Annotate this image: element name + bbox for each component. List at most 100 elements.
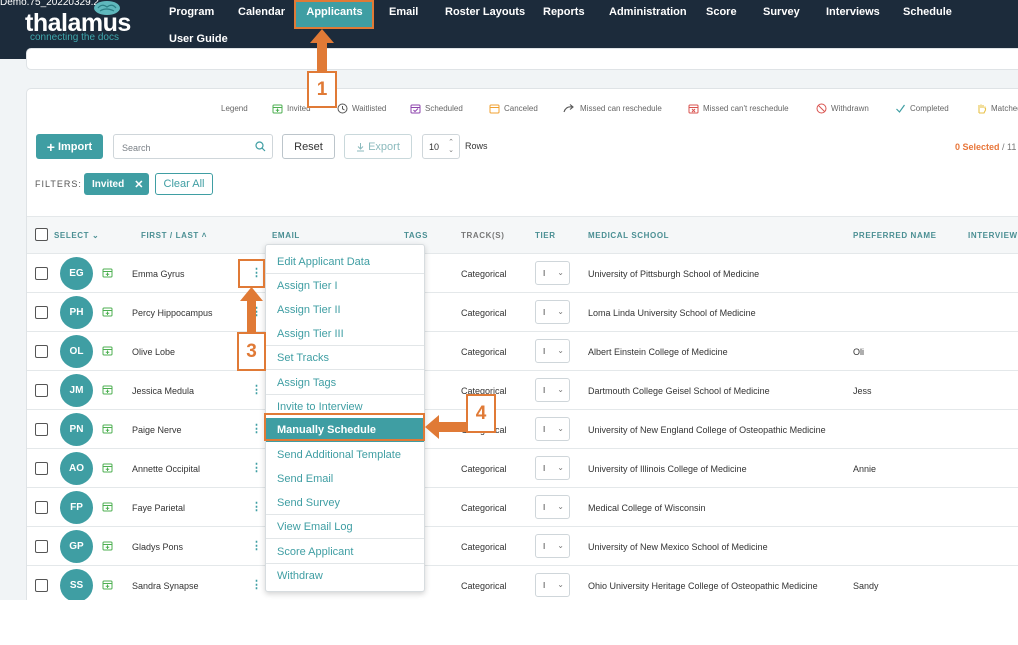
row-actions-kebab-icon[interactable]: ⋮: [251, 461, 262, 474]
applicant-name[interactable]: Jessica Medula: [132, 386, 194, 396]
table-row[interactable]: SS Sandra Synapse ⋮ Categorical I ⌄ Ohio …: [27, 566, 1018, 600]
column-tracks[interactable]: TRACK(S): [461, 231, 504, 240]
tier-select[interactable]: I ⌄: [535, 339, 570, 363]
filter-chip-invited[interactable]: Invited ✕: [84, 173, 149, 195]
app-window: Demo.75_20220329.2 thalamus connecting t…: [0, 0, 1018, 600]
row-checkbox[interactable]: [35, 501, 48, 514]
import-button[interactable]: + Import: [36, 134, 103, 159]
nav-user-guide[interactable]: User Guide: [169, 33, 228, 45]
tier-select[interactable]: I ⌄: [535, 261, 570, 285]
search-input[interactable]: [122, 141, 252, 154]
applicant-name[interactable]: Percy Hippocampus: [132, 308, 213, 318]
reset-button[interactable]: Reset: [282, 134, 335, 159]
table-row[interactable]: AO Annette Occipital ⋮ Categorical I ⌄ Un…: [27, 449, 1018, 488]
table-row[interactable]: PN Paige Nerve ⋮ Categorical I⌄ Universi…: [27, 410, 1018, 449]
column-first-last[interactable]: FIRST / LAST ˄: [141, 231, 207, 240]
row-checkbox[interactable]: [35, 384, 48, 397]
menu-item-send-additional-template[interactable]: Send Additional Template: [266, 443, 424, 467]
column-tier[interactable]: TIER: [535, 231, 556, 240]
tier-value: I: [543, 542, 546, 551]
tier-select[interactable]: I ⌄: [535, 495, 570, 519]
track-cell: Categorical: [461, 581, 507, 591]
row-checkbox[interactable]: [35, 306, 48, 319]
menu-item-send-email[interactable]: Send Email: [266, 467, 424, 491]
row-checkbox[interactable]: [35, 423, 48, 436]
applicant-name[interactable]: Annette Occipital: [132, 464, 200, 474]
medical-school-cell: Albert Einstein College of Medicine: [588, 347, 728, 357]
nav-administration[interactable]: Administration: [609, 6, 687, 18]
menu-item-view-email-log[interactable]: View Email Log: [266, 515, 424, 539]
menu-item-assign-tier-2[interactable]: Assign Tier II: [266, 298, 424, 322]
menu-divider: [266, 538, 424, 539]
table-row[interactable]: GP Gladys Pons ⋮ Categorical I ⌄ Universi…: [27, 527, 1018, 566]
row-actions-kebab-icon[interactable]: ⋮: [251, 539, 262, 552]
table-row[interactable]: OL Olive Lobe ⋮ Categorical I⌄ Albert Ei…: [27, 332, 1018, 371]
table-row[interactable]: JM Jessica Medula ⋮ Categorical I ⌄ Dartm…: [27, 371, 1018, 410]
row-actions-kebab-icon[interactable]: ⋮: [251, 500, 262, 513]
table-row[interactable]: EG Emma Gyrus ⋮ Categorical I ⌄ Universit…: [27, 254, 1018, 293]
menu-item-assign-tier-3[interactable]: Assign Tier III: [266, 322, 424, 346]
close-icon[interactable]: ✕: [134, 178, 143, 191]
select-all-checkbox[interactable]: [35, 228, 48, 241]
stepper-arrows-icon[interactable]: ⌃ ⌄: [448, 139, 454, 155]
calendar-plus-icon: [102, 502, 113, 512]
nav-calendar[interactable]: Calendar: [238, 6, 285, 18]
row-actions-kebab-icon[interactable]: ⋮: [251, 383, 262, 396]
nav-program[interactable]: Program: [169, 6, 214, 18]
row-checkbox[interactable]: [35, 540, 48, 553]
row-checkbox[interactable]: [35, 462, 48, 475]
tier-value: I: [543, 581, 546, 590]
search-icon[interactable]: [255, 141, 266, 152]
calendar-plus-icon: [102, 307, 113, 317]
applicant-name[interactable]: Olive Lobe: [132, 347, 175, 357]
menu-item-set-tracks[interactable]: Set Tracks: [266, 346, 424, 370]
legend-label: Canceled: [504, 103, 538, 113]
row-checkbox[interactable]: [35, 267, 48, 280]
tier-select[interactable]: I ⌄: [535, 456, 570, 480]
applicant-name[interactable]: Gladys Pons: [132, 542, 183, 552]
nav-roster-layouts[interactable]: Roster Layouts: [445, 6, 525, 18]
chevron-down-icon: ⌄: [89, 231, 100, 240]
column-medical-school[interactable]: MEDICAL SCHOOL: [588, 231, 669, 240]
tier-select[interactable]: I ⌄: [535, 300, 570, 324]
applicant-name[interactable]: Paige Nerve: [132, 425, 182, 435]
nav-schedule[interactable]: Schedule: [903, 6, 952, 18]
rows-per-page-stepper[interactable]: 10 ⌃ ⌄: [422, 134, 460, 159]
tier-value: I: [543, 347, 546, 356]
row-checkbox[interactable]: [35, 345, 48, 358]
tier-select[interactable]: I ⌄: [535, 534, 570, 558]
column-select[interactable]: SELECT ⌄: [54, 231, 99, 240]
nav-reports[interactable]: Reports: [543, 6, 585, 18]
search-box[interactable]: [113, 134, 273, 159]
nav-survey[interactable]: Survey: [763, 6, 800, 18]
menu-item-assign-tags[interactable]: Assign Tags: [266, 371, 424, 395]
table-row[interactable]: FP Faye Parietal ⋮ Categorical I ⌄ Medica…: [27, 488, 1018, 527]
column-tags[interactable]: TAGS: [404, 231, 428, 240]
nav-interviews[interactable]: Interviews: [826, 6, 880, 18]
table-row[interactable]: PH Percy Hippocampus ⋮ Categorical I ⌄ Lo…: [27, 293, 1018, 332]
menu-item-withdraw[interactable]: Withdraw: [266, 564, 424, 588]
clear-all-button[interactable]: Clear All: [155, 173, 213, 195]
menu-item-score-applicant[interactable]: Score Applicant: [266, 540, 424, 564]
applicant-name[interactable]: Emma Gyrus: [132, 269, 185, 279]
tier-select[interactable]: I ⌄: [535, 378, 570, 402]
nav-score[interactable]: Score: [706, 6, 737, 18]
row-actions-kebab-icon[interactable]: ⋮: [251, 422, 262, 435]
tier-select[interactable]: I ⌄: [535, 573, 570, 597]
menu-item-edit-applicant-data[interactable]: Edit Applicant Data: [266, 250, 424, 274]
applicant-name[interactable]: Faye Parietal: [132, 503, 185, 513]
row-actions-kebab-icon[interactable]: ⋮: [251, 578, 262, 591]
column-label: FIRST / LAST: [141, 231, 199, 240]
column-preferred-name[interactable]: PREFERRED NAME: [853, 231, 937, 240]
tier-select[interactable]: I ⌄: [535, 417, 570, 441]
calendar-check-icon: [410, 104, 421, 113]
menu-item-send-survey[interactable]: Send Survey: [266, 491, 424, 515]
applicant-name[interactable]: Sandra Synapse: [132, 581, 199, 591]
column-interview[interactable]: INTERVIEW: [968, 231, 1018, 240]
export-button[interactable]: Export: [344, 134, 412, 159]
column-email[interactable]: EMAIL: [272, 231, 300, 240]
menu-item-assign-tier-1[interactable]: Assign Tier I: [266, 274, 424, 298]
row-checkbox[interactable]: [35, 579, 48, 592]
nav-email[interactable]: Email: [389, 6, 418, 18]
legend-label: Missed can reschedule: [580, 103, 662, 113]
